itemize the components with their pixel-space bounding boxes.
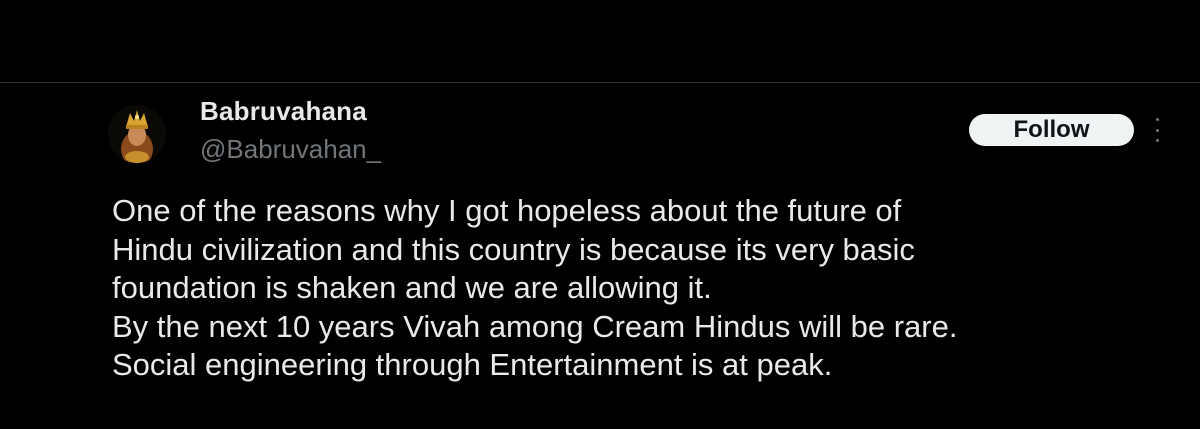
tweet-line: One of the reasons why I got hopeless ab… xyxy=(112,193,902,228)
tweet-line: Social engineering through Entertainment… xyxy=(112,347,833,382)
top-divider xyxy=(0,82,1200,83)
tweet-line: Hindu civilization and this country is b… xyxy=(112,231,915,267)
author-handle[interactable]: @Babruvahan_ xyxy=(200,134,381,165)
avatar[interactable] xyxy=(108,105,166,163)
author-display-name[interactable]: Babruvahana xyxy=(200,96,367,127)
tweet-line: foundation is shaken and we are allowing… xyxy=(112,270,712,305)
tweet-text: One of the reasons why I got hopeless ab… xyxy=(112,192,1172,385)
avatar-image xyxy=(108,105,166,163)
more-vertical-icon[interactable] xyxy=(1150,118,1164,142)
tweet-line: By the next 10 years Vivah among Cream H… xyxy=(112,308,958,344)
follow-button[interactable]: Follow xyxy=(969,114,1134,146)
